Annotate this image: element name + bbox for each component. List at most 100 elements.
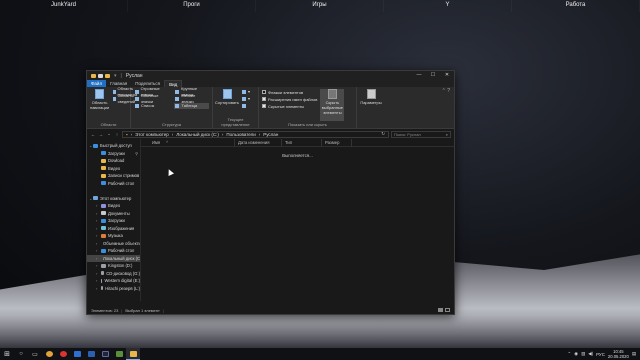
notifications-icon[interactable]: ▤: [632, 351, 636, 357]
tray-chevron-icon[interactable]: ⌃: [568, 351, 572, 357]
fit-columns-button[interactable]: [241, 103, 251, 109]
navigation-pane[interactable]: ⌄ Быстрый доступ Загрузки ⚲ Dowload Видео Запи…: [87, 139, 141, 301]
options-button[interactable]: Параметры: [360, 89, 382, 121]
title-bar[interactable]: ▾ | Руслан — ☐ ✕: [87, 71, 454, 80]
chevron-right-icon[interactable]: ›: [96, 233, 97, 238]
nav-item[interactable]: › Объемные объекты: [87, 240, 140, 248]
taskbar-app-explorer[interactable]: [126, 348, 140, 360]
column-date[interactable]: Дата изменения: [235, 138, 282, 147]
qat-dropdown-icon[interactable]: ▾: [114, 73, 117, 79]
language-indicator[interactable]: РУС: [596, 352, 605, 357]
desktop-folder[interactable]: Y: [384, 0, 512, 12]
nav-item[interactable]: Записи стримов: [87, 172, 140, 180]
chevron-right-icon[interactable]: ›: [96, 278, 97, 283]
nav-item[interactable]: › CD-дисковод (G:): [87, 270, 140, 278]
chevron-down-icon[interactable]: ⌄: [89, 143, 92, 148]
add-columns-button[interactable]: ▾: [241, 96, 251, 102]
breadcrumb[interactable]: Локальный диск (C:): [176, 132, 219, 137]
taskbar-app[interactable]: [42, 348, 56, 360]
desktop-folder[interactable]: Работа: [512, 0, 640, 12]
details-view-icon[interactable]: [438, 308, 443, 312]
up-icon[interactable]: ↑: [114, 132, 120, 137]
tab-file[interactable]: Файл: [87, 80, 107, 87]
taskbar-app[interactable]: [84, 348, 98, 360]
item-checkboxes-toggle[interactable]: Флажки элементов: [262, 89, 317, 95]
nav-item[interactable]: ⌄ Быстрый доступ: [87, 142, 140, 150]
taskbar-app[interactable]: [112, 348, 126, 360]
column-type[interactable]: Тип: [282, 138, 322, 147]
chevron-right-icon[interactable]: ›: [96, 203, 97, 208]
start-button[interactable]: ⊞: [0, 348, 14, 360]
volume-icon[interactable]: ◀): [588, 351, 593, 357]
search-button[interactable]: ○: [14, 348, 28, 360]
layout-small[interactable]: Мелкие значки: [174, 93, 209, 104]
nav-item[interactable]: Рабочий стол: [87, 180, 140, 188]
layout-medium[interactable]: Обычные значки: [134, 93, 171, 104]
nav-item[interactable]: › Western digital (E:): [87, 277, 140, 285]
pin-icon[interactable]: ⚲: [135, 151, 138, 156]
chevron-right-icon[interactable]: ›: [96, 226, 97, 231]
recent-dropdown-icon[interactable]: ⌄: [106, 131, 112, 137]
chevron-right-icon[interactable]: ›: [96, 263, 97, 268]
column-size[interactable]: Размер: [322, 138, 352, 147]
tray-app-icon[interactable]: ◉: [574, 351, 578, 357]
nav-item[interactable]: ⌄ Этот компьютер: [87, 195, 140, 203]
chevron-right-icon[interactable]: ›: [96, 241, 97, 246]
large-icons-view-icon[interactable]: [445, 308, 450, 312]
refresh-icon[interactable]: ↻: [381, 131, 385, 137]
chevron-right-icon[interactable]: ›: [96, 286, 97, 291]
forward-icon[interactable]: →: [98, 132, 104, 137]
chevron-right-icon[interactable]: ›: [96, 248, 97, 253]
nav-item[interactable]: › Музыка: [87, 232, 140, 240]
minimize-icon[interactable]: —: [412, 71, 426, 80]
nav-item[interactable]: Загрузки ⚲: [87, 150, 140, 158]
desktop-folder[interactable]: JunkYard: [0, 0, 128, 12]
nav-item[interactable]: › Видео: [87, 202, 140, 210]
desktop-folder[interactable]: Игры: [256, 0, 384, 12]
nav-item[interactable]: › Рабочий стол: [87, 247, 140, 255]
group-by-button[interactable]: ▾: [241, 89, 251, 95]
close-icon[interactable]: ✕: [440, 71, 454, 80]
nav-item[interactable]: › Изображения: [87, 225, 140, 233]
nav-item[interactable]: › Локальный диск (C:): [87, 254, 140, 262]
file-list[interactable]: Имя ^ Дата изменения Тип Размер Выполняет…: [141, 138, 454, 301]
new-folder-icon[interactable]: [105, 73, 110, 78]
network-icon[interactable]: ▥: [581, 351, 585, 357]
chevron-right-icon[interactable]: ›: [96, 271, 97, 276]
nav-pane-button[interactable]: Область навигации: [90, 89, 109, 121]
nav-item[interactable]: Видео: [87, 165, 140, 173]
extensions-toggle[interactable]: Расширения имен файлов: [262, 96, 317, 102]
nav-item[interactable]: ›Сеть: [87, 300, 140, 302]
nav-item[interactable]: › Hitachi резерв (L:): [87, 285, 140, 293]
folder-icon: [101, 173, 106, 178]
clock[interactable]: 10:45 20.05.2020: [608, 349, 629, 359]
layout-list[interactable]: Список: [134, 103, 171, 109]
chevron-right-icon[interactable]: ›: [96, 218, 97, 223]
hidden-items-toggle[interactable]: Скрытые элементы: [262, 103, 317, 109]
breadcrumb[interactable]: Руслан: [263, 132, 278, 137]
search-input[interactable]: Поиск: Руслан ⌕: [391, 130, 451, 138]
taskbar-app[interactable]: [56, 348, 70, 360]
chevron-down-icon[interactable]: ⌄: [89, 196, 92, 201]
nav-item[interactable]: › Документы: [87, 210, 140, 218]
taskbar-app[interactable]: [70, 348, 84, 360]
maximize-icon[interactable]: ☐: [426, 71, 440, 80]
column-name[interactable]: Имя ^: [149, 138, 235, 147]
chevron-right-icon[interactable]: ›: [96, 256, 97, 261]
address-input[interactable]: ▪ › Этот компьютер › Локальный диск (C:)…: [122, 130, 389, 138]
breadcrumb[interactable]: Этот компьютер: [135, 132, 169, 137]
nav-item[interactable]: › Kingston (D:): [87, 262, 140, 270]
nav-item: [87, 187, 140, 195]
desktop-folder[interactable]: Проги: [128, 0, 256, 12]
chevron-right-icon[interactable]: ›: [96, 211, 97, 216]
breadcrumb[interactable]: Пользователи: [226, 132, 255, 137]
task-view-button[interactable]: ▭: [28, 348, 42, 360]
back-icon[interactable]: ←: [90, 132, 96, 137]
nav-item[interactable]: Dowload: [87, 157, 140, 165]
hide-selected-button[interactable]: Скрыть выбранные элементы: [320, 89, 345, 121]
nav-item[interactable]: › Загрузки: [87, 217, 140, 225]
taskbar-app[interactable]: [98, 348, 112, 360]
quick-access-save-icon[interactable]: [98, 73, 103, 78]
layout-details[interactable]: Таблица: [174, 103, 209, 109]
ribbon-collapse-icon[interactable]: ⌃ ?: [442, 88, 450, 94]
